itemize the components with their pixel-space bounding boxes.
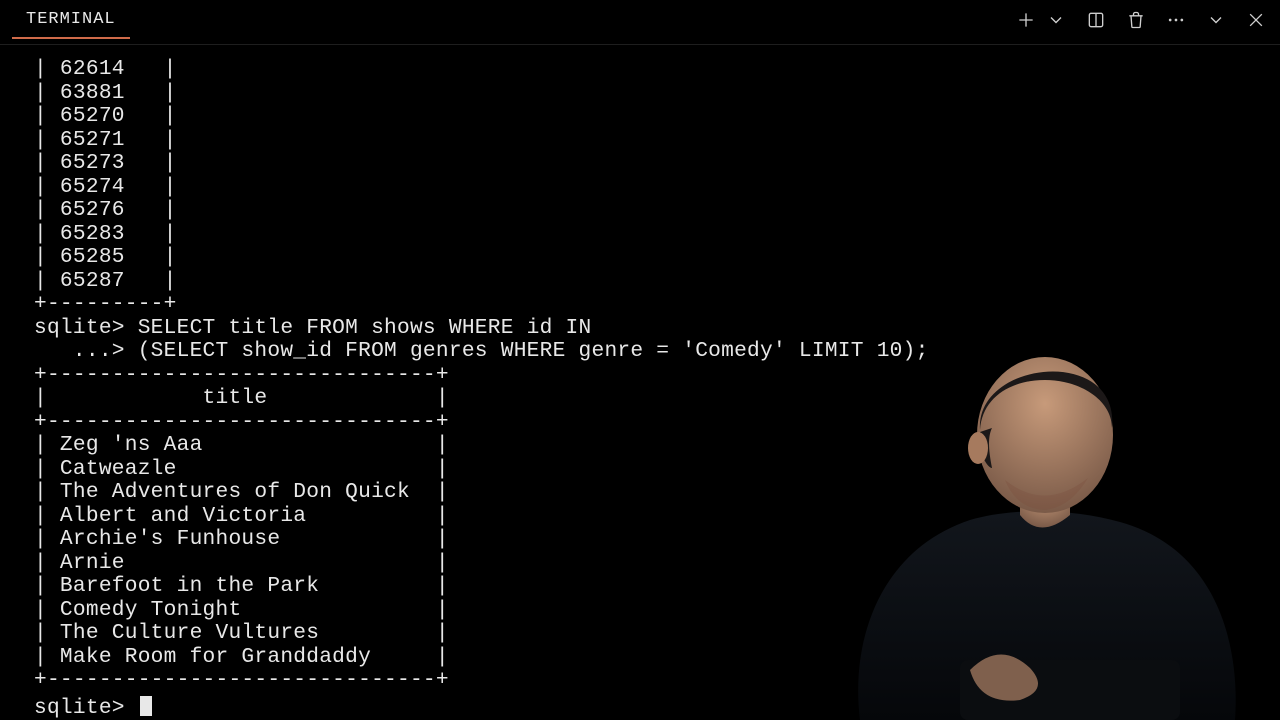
split-icon	[1086, 10, 1106, 30]
titlebar-actions	[1014, 0, 1268, 32]
terminal-line: | Arnie |	[34, 552, 1280, 576]
collapse-panel-button[interactable]	[1204, 8, 1228, 32]
terminal-line: | 63881 |	[34, 82, 1280, 106]
chevron-down-icon	[1046, 10, 1066, 30]
terminal-line: | 65274 |	[34, 176, 1280, 200]
split-terminal-button[interactable]	[1084, 8, 1108, 32]
terminal-line: | 65287 |	[34, 270, 1280, 294]
panel-titlebar: TERMINAL	[0, 0, 1280, 48]
terminal-line: +---------+	[34, 293, 1280, 317]
terminal-line: | Archie's Funhouse |	[34, 528, 1280, 552]
terminal-cursor	[140, 696, 152, 716]
terminal-line: | Catweazle |	[34, 458, 1280, 482]
terminal-line: | 65283 |	[34, 223, 1280, 247]
terminal-line: | Zeg 'ns Aaa |	[34, 434, 1280, 458]
terminal-line: | The Adventures of Don Quick |	[34, 481, 1280, 505]
tab-underline	[0, 44, 1280, 45]
new-terminal-dropdown[interactable]	[1044, 8, 1068, 32]
close-icon	[1246, 10, 1266, 30]
terminal-line: | 65276 |	[34, 199, 1280, 223]
ellipsis-icon	[1166, 10, 1186, 30]
close-panel-button[interactable]	[1244, 8, 1268, 32]
terminal-line: | 65273 |	[34, 152, 1280, 176]
terminal-line: +------------------------------+	[34, 669, 1280, 693]
terminal-line: | Albert and Victoria |	[34, 505, 1280, 529]
terminal-line: | title |	[34, 387, 1280, 411]
new-terminal-button[interactable]	[1014, 8, 1038, 32]
terminal-line: +------------------------------+	[34, 411, 1280, 435]
more-actions-button[interactable]	[1164, 8, 1188, 32]
chevron-down-icon	[1206, 10, 1226, 30]
terminal-line: | 65285 |	[34, 246, 1280, 270]
terminal-line: | 65270 |	[34, 105, 1280, 129]
terminal-line: +------------------------------+	[34, 364, 1280, 388]
terminal-line: sqlite> SELECT title FROM shows WHERE id…	[34, 317, 1280, 341]
terminal-line: | 65271 |	[34, 129, 1280, 153]
terminal-line: | 62614 |	[34, 58, 1280, 82]
kill-terminal-button[interactable]	[1124, 8, 1148, 32]
plus-icon	[1016, 10, 1036, 30]
terminal-output[interactable]: | 62614 || 63881 || 65270 || 65271 || 65…	[34, 58, 1280, 720]
terminal-prompt-line[interactable]: sqlite>	[34, 693, 1280, 720]
terminal-line: | Make Room for Granddaddy |	[34, 646, 1280, 670]
terminal-line: | The Culture Vultures |	[34, 622, 1280, 646]
trash-icon	[1126, 10, 1146, 30]
terminal-line: ...> (SELECT show_id FROM genres WHERE g…	[34, 340, 1280, 364]
tab-terminal[interactable]: TERMINAL	[12, 0, 130, 39]
terminal-line: | Comedy Tonight |	[34, 599, 1280, 623]
terminal-line: | Barefoot in the Park |	[34, 575, 1280, 599]
